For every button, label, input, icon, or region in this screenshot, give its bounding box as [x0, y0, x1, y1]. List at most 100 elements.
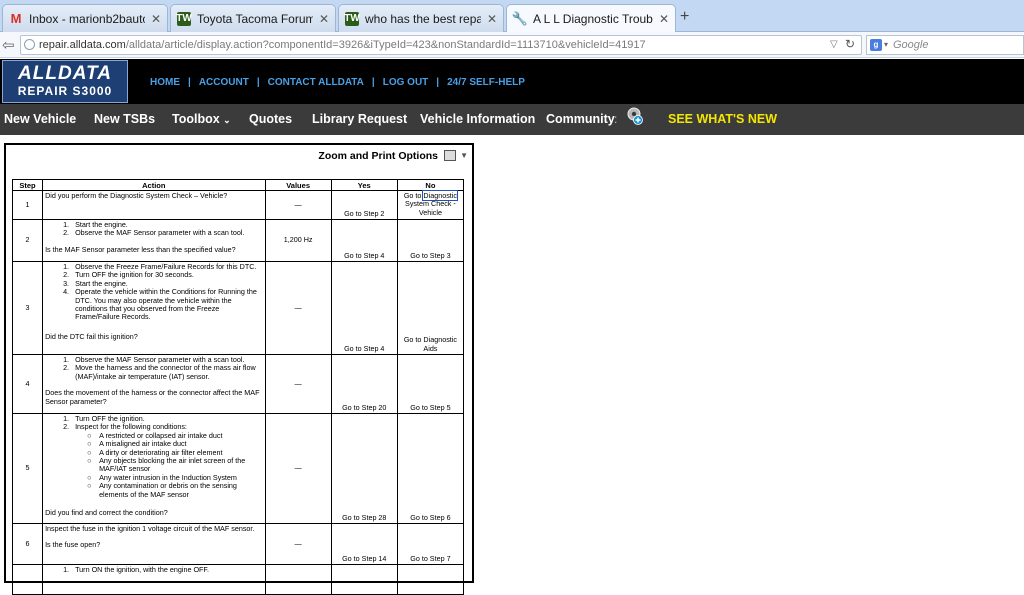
yes-link[interactable]: Go to Step 28	[330, 413, 398, 524]
step-question: Is the fuse open?	[45, 540, 101, 550]
step-question: Is the MAF Sensor parameter less than th…	[45, 244, 236, 254]
alldata-logo[interactable]: ALLDATA REPAIR S3000	[2, 60, 128, 103]
yes-link[interactable]: Go to Step 14	[330, 523, 398, 565]
google-icon[interactable]: g	[870, 39, 882, 51]
chevron-down-icon[interactable]: ▼	[460, 151, 468, 160]
printer-icon[interactable]	[444, 150, 456, 161]
no-link[interactable]: Go to Diagnostic Aids	[396, 261, 465, 355]
close-icon[interactable]: ✕	[487, 12, 497, 26]
no-text: System Check - Vehicle	[405, 199, 456, 217]
url-host: repair.alldata.com	[39, 39, 126, 51]
step-value: —	[264, 523, 332, 565]
no-link[interactable]: Go to Step 6	[396, 413, 465, 524]
browser-tab-strip: M Inbox - marionb2bauto@g... ✕ TW Toyota…	[0, 0, 1024, 33]
sub-item: Any contamination or debris on the sensi…	[99, 481, 237, 499]
site-identity-icon[interactable]	[24, 39, 35, 50]
table-row: 4 1. Observe the MAF Sensor parameter wit…	[11, 354, 465, 414]
bullet-icon: ○	[87, 456, 92, 466]
step-action: 1. Observe the MAF Sensor parameter with …	[42, 354, 266, 414]
step-number: 5	[11, 413, 44, 524]
close-icon[interactable]: ✕	[151, 12, 161, 26]
col-yes: Yes	[330, 179, 398, 191]
list-number: 2.	[63, 228, 70, 238]
link-separator: |	[371, 77, 375, 88]
yes-link[interactable]: Go to Step 4	[330, 219, 398, 262]
browser-nav-bar: ⇦ repair.alldata.com/alldata/article/dis…	[0, 32, 1024, 58]
bullet-icon: ○	[87, 481, 92, 491]
step-number: 6	[11, 523, 44, 565]
yes-link[interactable]: Go to Step 20	[330, 354, 398, 414]
list-number: 3.	[63, 278, 70, 288]
step-value: —	[264, 413, 332, 524]
yes-link[interactable]: Go to Step 4	[330, 261, 398, 355]
home-link[interactable]: HOME	[150, 77, 180, 88]
table-row: 3 1. Observe the Freeze Frame/Failure Rec…	[11, 261, 465, 355]
link-separator: |	[188, 77, 191, 88]
close-icon[interactable]: ✕	[319, 12, 329, 26]
step-question: Did you find and correct the condition?	[45, 508, 168, 518]
list-item: Operate the vehicle within the Condition…	[75, 287, 257, 322]
sub-item: Any objects blocking the air inlet scree…	[99, 456, 246, 474]
menu-new-vehicle[interactable]: New Vehicle	[4, 112, 76, 126]
search-input[interactable]: Google	[866, 35, 1024, 55]
list-number: 1.	[63, 414, 70, 423]
table-row: 1 Did you perform the Diagnostic System …	[11, 190, 465, 220]
step-number: 1	[11, 190, 44, 220]
contact-link[interactable]: CONTACT ALLDATA	[268, 77, 364, 88]
url-dropdown-icon[interactable]: ▽	[830, 39, 838, 50]
col-action: Action	[42, 179, 266, 191]
yes-link[interactable]: Go to Step 2	[330, 190, 398, 220]
step-action: 1. Turn OFF the ignition. 2. Inspect for t…	[42, 413, 266, 524]
account-link[interactable]: ACCOUNT	[199, 77, 249, 88]
address-bar[interactable]: repair.alldata.com/alldata/article/displ…	[20, 35, 862, 55]
main-menu: New Vehicle New TSBs Toolbox ⌄ Quotes Li…	[0, 104, 1024, 135]
yes-cell	[330, 564, 398, 595]
zoom-print-options[interactable]: Zoom and Print Options	[318, 150, 438, 162]
logout-link[interactable]: LOG OUT	[383, 77, 429, 88]
tab-toyota-forums[interactable]: TW Toyota Tacoma Forums - ... ✕	[170, 4, 336, 32]
list-number: 2.	[63, 270, 70, 280]
diagnostic-steps-table: Step Action Values Yes No 1 Did you perf…	[11, 179, 465, 595]
gmail-icon: M	[10, 11, 22, 26]
self-help-link[interactable]: 24/7 SELF-HELP	[447, 77, 525, 88]
table-row: 5 1. Turn OFF the ignition. 2. Inspect for…	[11, 413, 465, 524]
no-link[interactable]: Go to Step 7	[396, 523, 465, 565]
back-arrow-icon[interactable]: ⇦	[2, 36, 15, 54]
list-item: Turn ON the ignition, with the engine OF…	[75, 565, 210, 574]
table-header-row: Step Action Values Yes No	[11, 179, 465, 191]
list-item: Move the harness and the connector of th…	[75, 363, 256, 381]
tab-repair-manual-thread[interactable]: TW who has the best repair ma... ✕	[338, 4, 504, 32]
search-engine-dropdown-icon[interactable]: ▾	[884, 40, 888, 49]
step-action: 1. Observe the Freeze Frame/Failure Recor…	[42, 261, 266, 355]
no-link[interactable]: Go to Step 5	[396, 354, 465, 414]
chevron-down-icon: ⌄	[223, 115, 231, 125]
list-item: Observe the MAF Sensor parameter with a …	[75, 228, 245, 238]
menu-new-tsbs[interactable]: New TSBs	[94, 112, 155, 126]
add-tool-icon[interactable]	[626, 106, 644, 126]
tab-gmail-inbox[interactable]: M Inbox - marionb2bauto@g... ✕	[2, 4, 168, 32]
new-tab-button[interactable]: +	[680, 8, 689, 26]
tab-alldata-active[interactable]: 🔧 A L L Diagnostic Trouble C... ✕	[506, 4, 676, 33]
no-link[interactable]: Go to Step 3	[396, 219, 465, 262]
col-values: Values	[264, 179, 332, 191]
link-separator: |	[256, 77, 260, 88]
step-number: 3	[11, 261, 44, 355]
menu-library-request[interactable]: Library Request	[312, 112, 407, 126]
list-number: 1.	[63, 220, 70, 229]
step-number: 4	[11, 354, 44, 414]
step-value: —	[264, 261, 332, 355]
col-no: No	[396, 179, 465, 191]
menu-whats-new[interactable]: SEE WHAT'S NEW	[668, 112, 777, 126]
menu-vehicle-information[interactable]: Vehicle Information	[420, 112, 535, 126]
step-number: 2	[11, 219, 44, 262]
menu-community[interactable]: Community	[546, 112, 615, 126]
reload-icon[interactable]: ↻	[845, 37, 855, 51]
table-row: 1. Turn ON the ignition, with the engine …	[11, 564, 465, 595]
logo-line2: REPAIR S3000	[17, 84, 113, 98]
close-icon[interactable]: ✕	[659, 12, 669, 26]
menu-toolbox[interactable]: Toolbox ⌄	[172, 112, 231, 126]
tab-title: Inbox - marionb2bauto@g...	[29, 11, 145, 26]
menu-quotes[interactable]: Quotes	[249, 112, 292, 126]
menu-separator: :	[614, 112, 618, 126]
col-step: Step	[11, 179, 44, 191]
